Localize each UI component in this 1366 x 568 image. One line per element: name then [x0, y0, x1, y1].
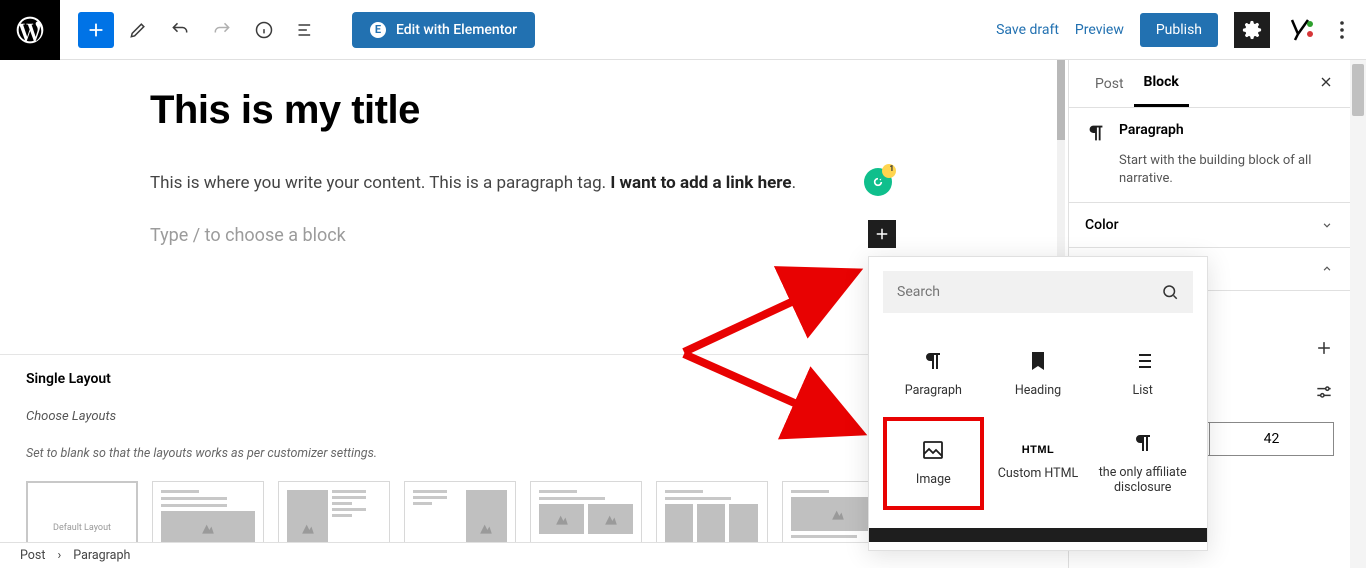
tab-block[interactable]: Block [1134, 60, 1189, 107]
list-icon [1131, 349, 1155, 373]
image-icon [921, 438, 945, 462]
wordpress-logo[interactable] [0, 0, 60, 60]
page-scrollbar[interactable] [1350, 60, 1366, 568]
search-icon [1161, 283, 1179, 301]
topbar: E Edit with Elementor Save draft Preview… [0, 0, 1366, 60]
breadcrumb-parent[interactable]: Post [20, 548, 45, 563]
inserter-item-heading[interactable]: Heading [988, 335, 1089, 413]
inserter-item-list[interactable]: List [1092, 335, 1193, 413]
layout-thumb[interactable] [152, 481, 264, 542]
inserter-search-input[interactable] [897, 284, 1161, 300]
redo-button[interactable] [204, 12, 240, 48]
grammarly-icon[interactable]: 1 [864, 168, 892, 196]
add-block-button[interactable] [78, 12, 114, 48]
block-inserter-popup: Paragraph Heading List Image HTML Custom… [868, 256, 1208, 551]
breadcrumb-current: Paragraph [73, 548, 130, 563]
chevron-right-icon: › [57, 548, 61, 563]
paragraph-icon [1085, 122, 1107, 144]
html-icon: HTML [1022, 444, 1055, 456]
tab-post[interactable]: Post [1085, 62, 1134, 106]
bookmark-icon [1026, 349, 1050, 373]
plus-icon[interactable] [1314, 338, 1334, 358]
elementor-icon: E [370, 22, 386, 38]
post-title[interactable]: This is my title [150, 88, 1068, 133]
more-menu-button[interactable] [1330, 12, 1354, 48]
paragraph-block[interactable]: This is where you write your content. Th… [150, 173, 1068, 193]
layout-thumb-default[interactable]: Default Layout [26, 481, 138, 542]
color-section-toggle[interactable]: Color [1069, 203, 1350, 248]
toolbar-left: E Edit with Elementor [78, 12, 535, 48]
layout-thumb[interactable] [530, 481, 642, 542]
preview-link[interactable]: Preview [1075, 22, 1124, 38]
layout-thumb[interactable] [656, 481, 768, 542]
info-button[interactable] [246, 12, 282, 48]
yoast-icon[interactable] [1286, 16, 1314, 44]
editor-scrollbar[interactable] [1054, 60, 1068, 288]
block-description: Start with the building block of all nar… [1119, 152, 1334, 188]
close-sidebar-button[interactable] [1318, 74, 1334, 94]
paragraph-icon [1131, 431, 1155, 455]
inline-add-block-button[interactable] [868, 220, 896, 248]
paragraph-icon [921, 349, 945, 373]
block-info: Paragraph Start with the building block … [1069, 108, 1350, 203]
outline-button[interactable] [288, 12, 324, 48]
chevron-up-icon [1320, 262, 1334, 276]
inserter-item-affiliate[interactable]: the only affiliate disclosure [1092, 417, 1193, 510]
toolbar-right: Save draft Preview Publish [996, 12, 1354, 48]
inserter-item-custom-html[interactable]: HTML Custom HTML [988, 417, 1089, 510]
settings-button[interactable] [1234, 12, 1270, 48]
inserter-item-image[interactable]: Image [883, 417, 984, 510]
block-placeholder[interactable]: Type / to choose a block [150, 225, 1068, 246]
block-name: Paragraph [1119, 122, 1184, 138]
inserter-item-paragraph[interactable]: Paragraph [883, 335, 984, 413]
edit-mode-button[interactable] [120, 12, 156, 48]
edit-with-elementor-button[interactable]: E Edit with Elementor [352, 12, 535, 48]
value-cell[interactable]: 42 [1210, 423, 1333, 455]
sliders-icon[interactable] [1314, 382, 1334, 402]
inserter-search[interactable] [883, 271, 1193, 313]
undo-button[interactable] [162, 12, 198, 48]
chevron-down-icon [1320, 218, 1334, 232]
save-draft-link[interactable]: Save draft [996, 22, 1059, 38]
layout-thumb[interactable] [404, 481, 516, 542]
layout-thumb[interactable] [278, 481, 390, 542]
publish-button[interactable]: Publish [1140, 13, 1218, 47]
